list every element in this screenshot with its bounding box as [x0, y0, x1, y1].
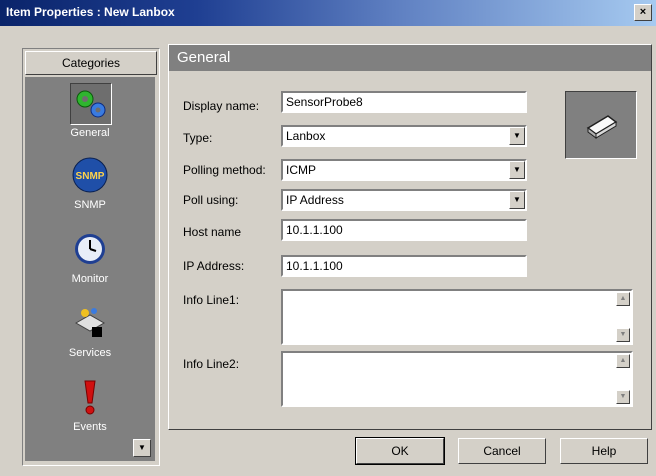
window-title: Item Properties : New Lanbox	[6, 5, 175, 19]
sidebar-scroll-down-button[interactable]: ▼	[133, 439, 151, 457]
cancel-button[interactable]: Cancel	[458, 438, 546, 464]
display-name-input[interactable]: SensorProbe8	[281, 91, 527, 113]
services-icon	[70, 303, 110, 343]
gears-icon	[70, 83, 112, 125]
exclamation-icon	[70, 377, 110, 417]
category-label: SNMP	[74, 199, 106, 211]
categories-list: General SNMP SNMP Monitor Services Event…	[25, 77, 155, 461]
categories-sidebar: Categories General SNMP SNMP Monitor Ser…	[22, 48, 160, 466]
category-services[interactable]: Services	[25, 299, 155, 367]
categories-header[interactable]: Categories	[25, 51, 157, 75]
host-name-label: Host name	[183, 225, 242, 239]
info-line1-textarea[interactable]: ▲ ▼	[281, 289, 633, 345]
category-snmp[interactable]: SNMP SNMP	[25, 151, 155, 219]
category-label: Events	[73, 421, 107, 433]
scroll-down-arrow-icon[interactable]: ▼	[616, 390, 630, 404]
chevron-down-icon[interactable]: ▼	[509, 127, 525, 145]
category-events[interactable]: Events	[25, 373, 155, 441]
ip-address-label: IP Address:	[183, 259, 245, 273]
close-button[interactable]: ×	[634, 4, 652, 21]
scroll-down-arrow-icon[interactable]: ▼	[616, 328, 630, 342]
display-name-label: Display name:	[183, 99, 260, 113]
chevron-down-icon[interactable]: ▼	[509, 161, 525, 179]
snmp-badge-text: SNMP	[76, 171, 105, 182]
host-name-input[interactable]: 10.1.1.100	[281, 219, 527, 241]
scroll-up-arrow-icon[interactable]: ▲	[616, 354, 630, 368]
polling-method-label: Polling method:	[183, 163, 266, 177]
info-line2-label: Info Line2:	[183, 357, 240, 371]
help-button[interactable]: Help	[560, 438, 648, 464]
category-label: Monitor	[71, 273, 109, 285]
info-line2-textarea[interactable]: ▲ ▼	[281, 351, 633, 407]
general-panel: General Display name: SensorProbe8 Type:…	[168, 44, 652, 430]
type-select[interactable]: Lanbox ▼	[281, 125, 527, 147]
type-label: Type:	[183, 131, 213, 145]
poll-using-label: Poll using:	[183, 193, 239, 207]
polling-method-select[interactable]: ICMP ▼	[281, 159, 527, 181]
category-monitor[interactable]: Monitor	[25, 225, 155, 293]
panel-title: General	[169, 45, 651, 71]
category-label: General	[70, 127, 110, 139]
device-preview	[565, 91, 637, 159]
category-general[interactable]: General	[25, 79, 155, 147]
clock-icon	[70, 229, 110, 269]
title-bar: Item Properties : New Lanbox ×	[0, 0, 656, 26]
polling-method-value: ICMP	[286, 163, 316, 177]
ip-address-input[interactable]: 10.1.1.100	[281, 255, 527, 277]
ok-button[interactable]: OK	[355, 437, 445, 465]
chevron-down-icon[interactable]: ▼	[509, 191, 525, 209]
scroll-up-arrow-icon[interactable]: ▲	[616, 292, 630, 306]
lanbox-device-icon	[586, 115, 618, 139]
category-label: Services	[68, 347, 112, 359]
type-select-value: Lanbox	[286, 129, 326, 143]
poll-using-select[interactable]: IP Address ▼	[281, 189, 527, 211]
poll-using-value: IP Address	[286, 193, 344, 207]
snmp-icon: SNMP	[70, 155, 110, 195]
info-line1-label: Info Line1:	[183, 293, 240, 307]
